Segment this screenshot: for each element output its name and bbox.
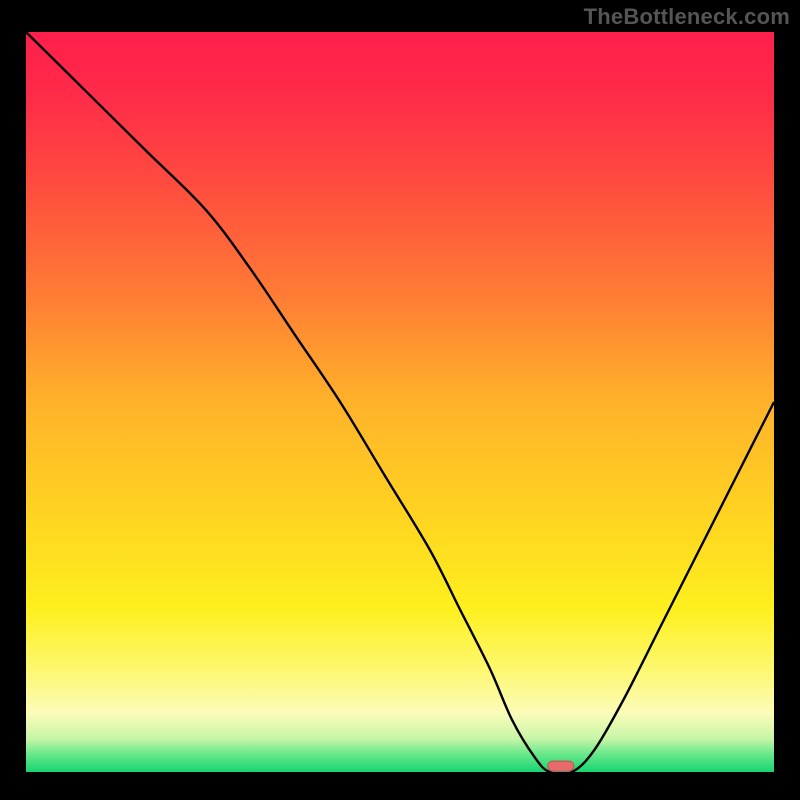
chart-frame: TheBottleneck.com <box>0 0 800 800</box>
watermark-text: TheBottleneck.com <box>584 4 790 30</box>
plot-area <box>26 32 774 772</box>
selected-point-marker <box>548 761 574 771</box>
bottleneck-chart <box>26 32 774 772</box>
